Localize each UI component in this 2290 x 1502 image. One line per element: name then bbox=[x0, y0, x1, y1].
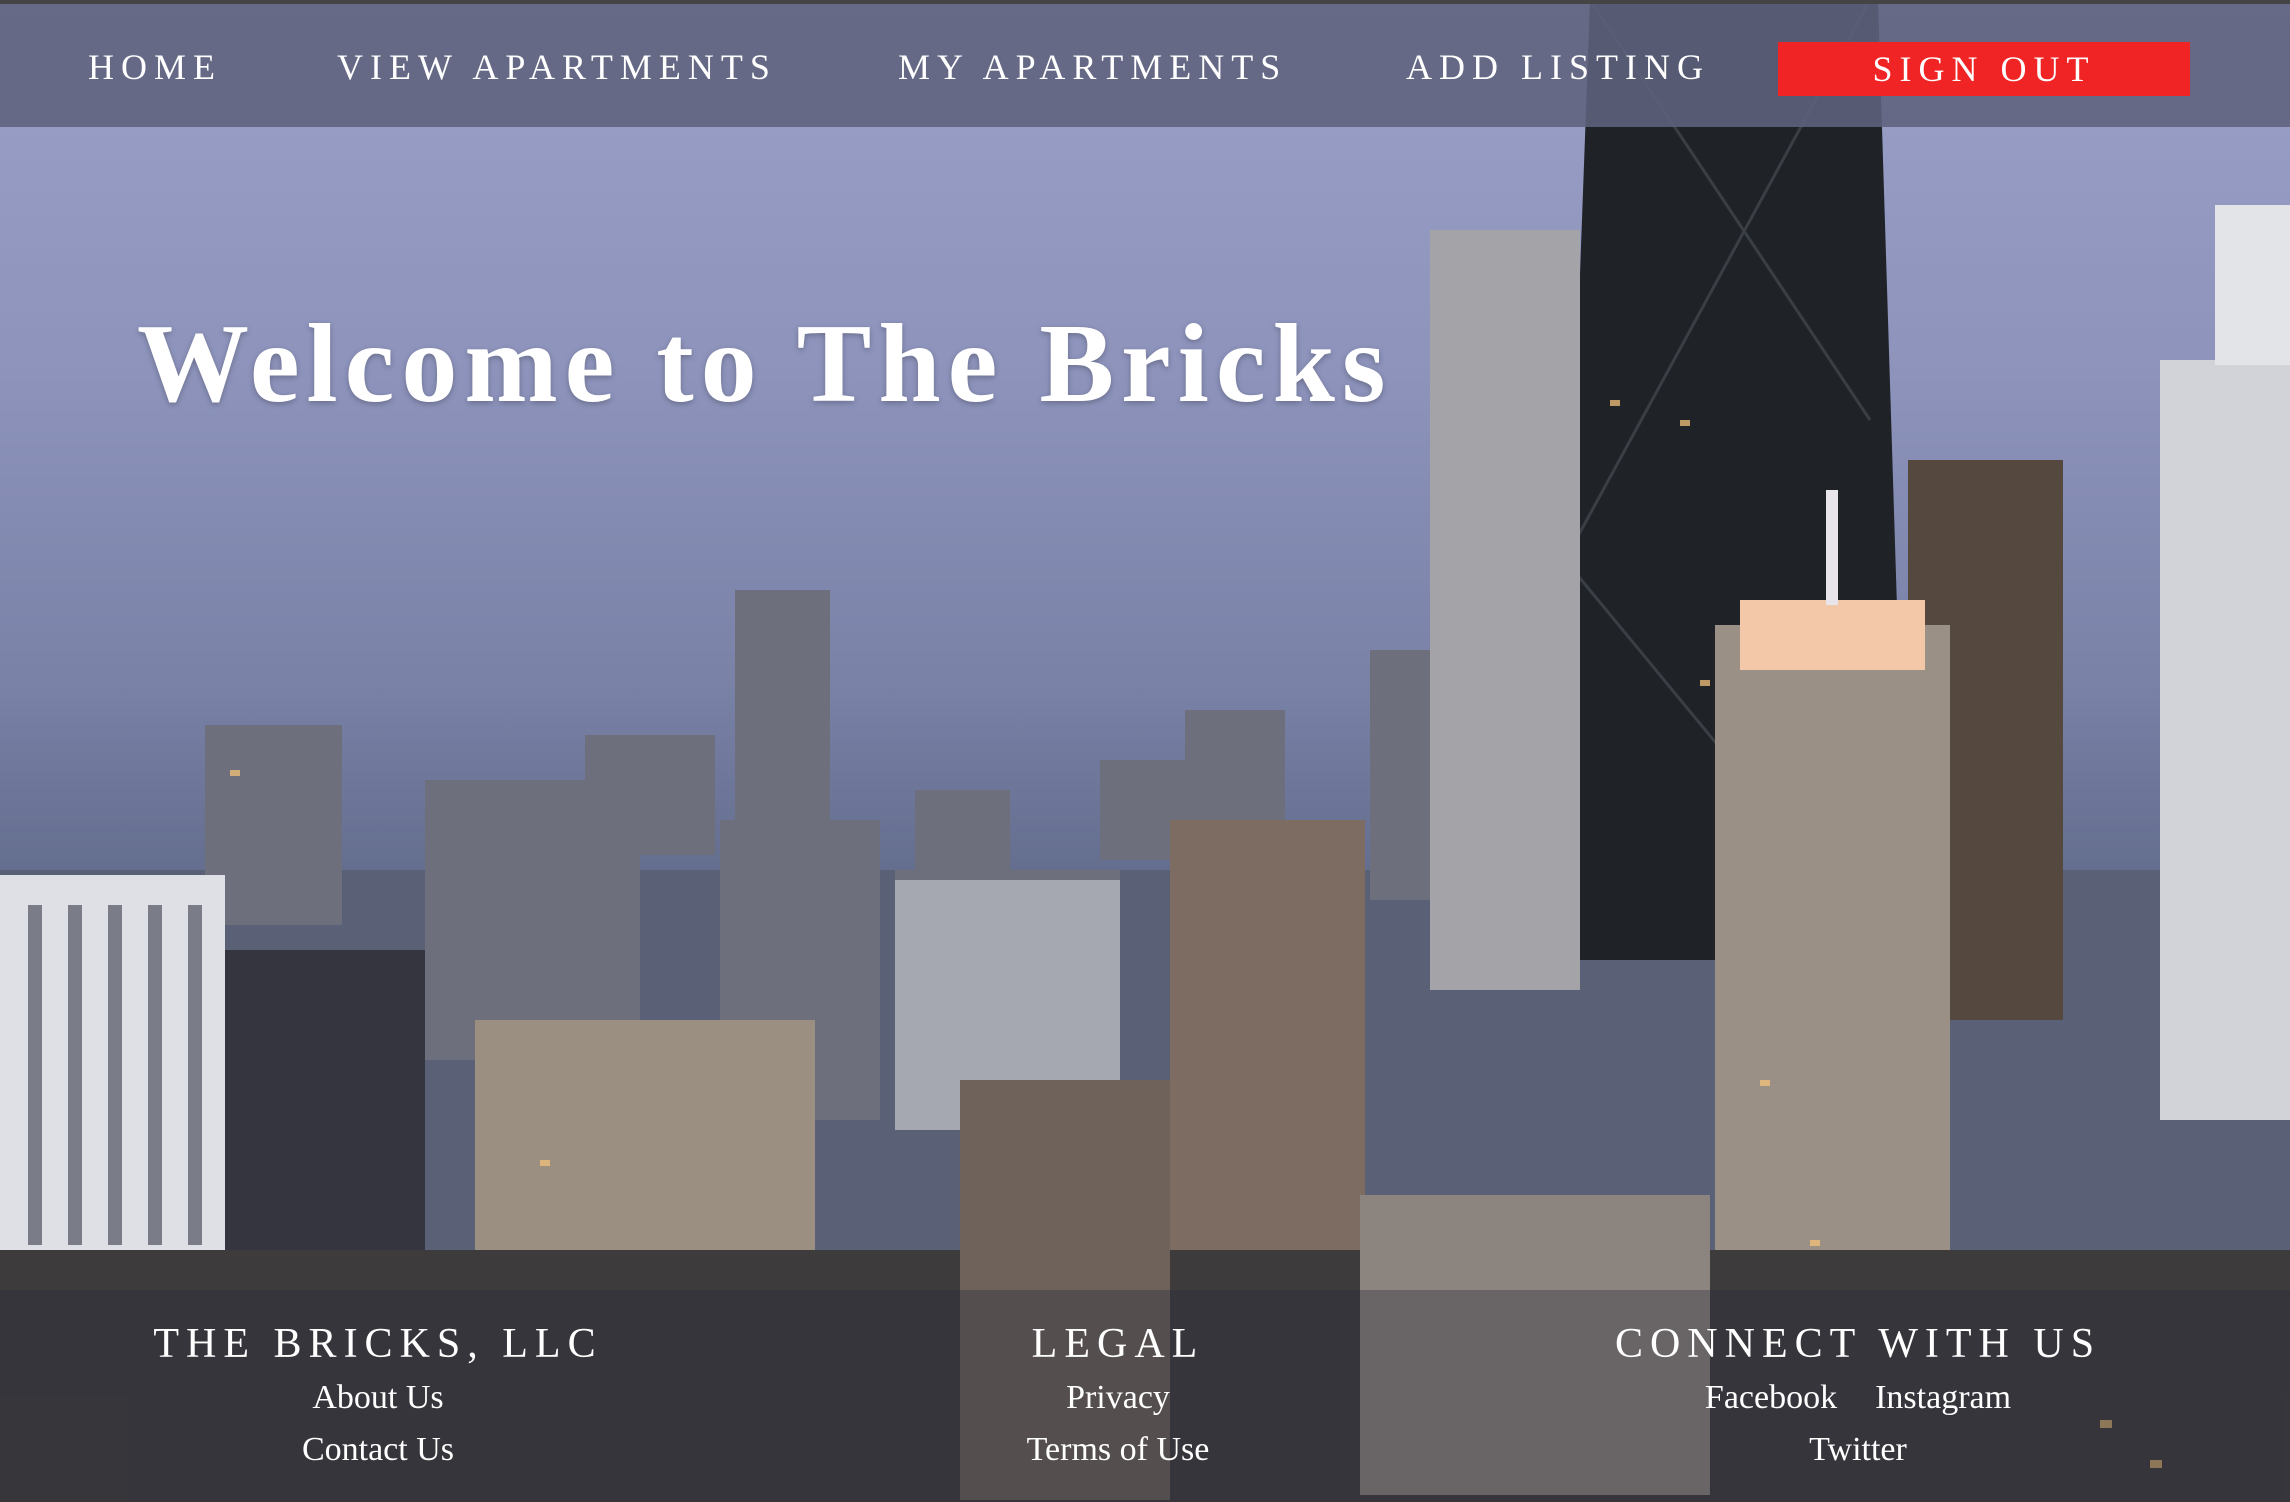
nav-my-apartments-link[interactable]: MY APARTMENTS bbox=[898, 46, 1287, 88]
footer-connect-column: CONNECT WITH US Facebook Instagram Twitt… bbox=[1558, 1320, 2158, 1476]
footer-company-heading: THE BRICKS, LLC bbox=[153, 1321, 603, 1367]
footer-twitter-link[interactable]: Twitter bbox=[1809, 1424, 1907, 1476]
hero-title: Welcome to The Bricks bbox=[137, 302, 1393, 426]
footer-privacy-link[interactable]: Privacy bbox=[1066, 1372, 1170, 1424]
footer-contact-us-link[interactable]: Contact Us bbox=[302, 1424, 454, 1476]
top-navigation-bar: HOME VIEW APARTMENTS MY APARTMENTS ADD L… bbox=[0, 0, 2290, 127]
footer-company-column: THE BRICKS, LLC About Us Contact Us bbox=[78, 1320, 678, 1476]
footer-terms-of-use-link[interactable]: Terms of Use bbox=[1027, 1424, 1210, 1476]
sign-out-button[interactable]: SIGN OUT bbox=[1778, 42, 2190, 96]
nav-home-link[interactable]: HOME bbox=[88, 46, 222, 88]
footer-legal-heading: LEGAL bbox=[1031, 1321, 1205, 1367]
footer-instagram-link[interactable]: Instagram bbox=[1875, 1372, 2011, 1424]
hero-background-image bbox=[0, 0, 2290, 1502]
footer-facebook-link[interactable]: Facebook bbox=[1705, 1372, 1837, 1424]
footer-legal-column: LEGAL Privacy Terms of Use bbox=[818, 1320, 1418, 1476]
footer-about-us-link[interactable]: About Us bbox=[312, 1372, 443, 1424]
footer-connect-heading: CONNECT WITH US bbox=[1614, 1321, 2102, 1367]
city-skyline-image bbox=[0, 0, 2290, 1502]
nav-view-apartments-link[interactable]: VIEW APARTMENTS bbox=[337, 46, 777, 88]
nav-add-listing-link[interactable]: ADD LISTING bbox=[1406, 46, 1710, 88]
